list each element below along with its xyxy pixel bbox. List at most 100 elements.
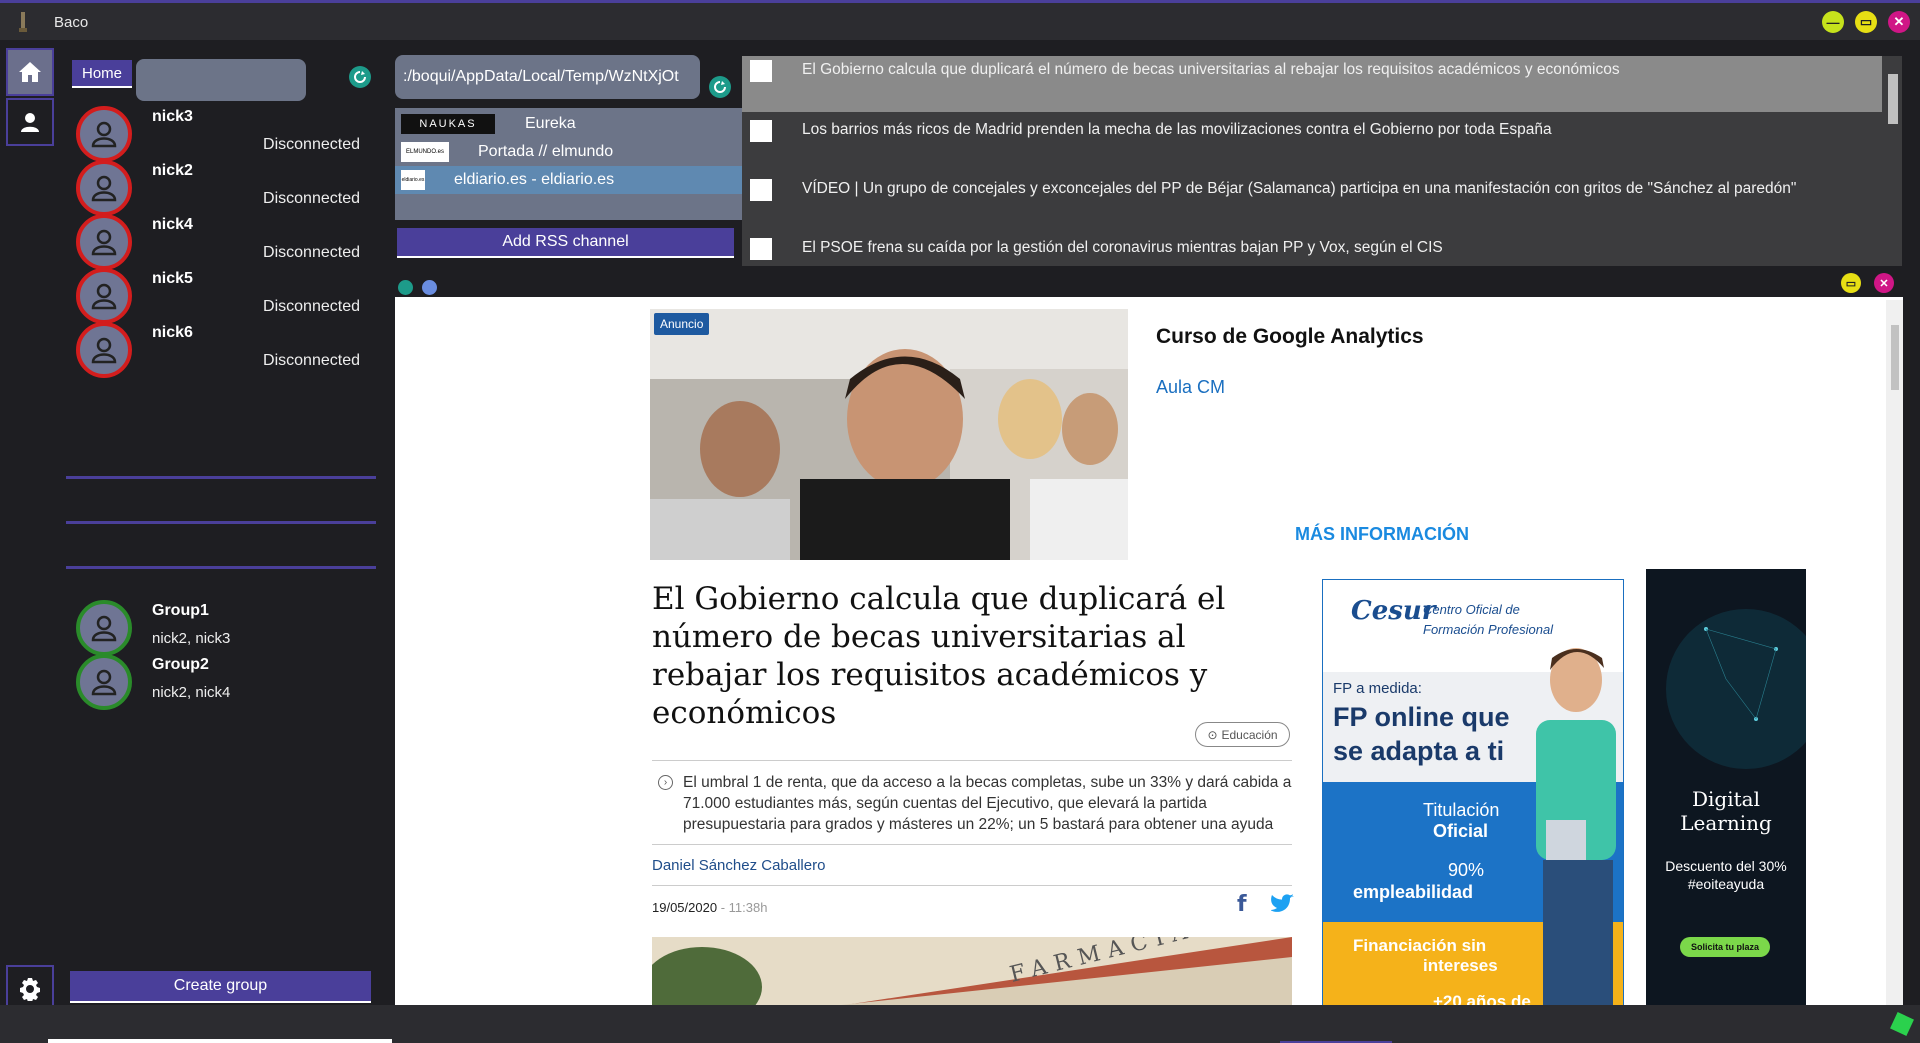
rss-path-field[interactable]: :/boqui/AppData/Local/Temp/WzNtXjOt	[395, 55, 700, 99]
ad-text-line-1: Descuento del 30%	[1665, 858, 1787, 874]
browser-maximize-button[interactable]: ▭	[1841, 273, 1861, 293]
digital-learning-ad[interactable]: Digital Learning Descuento del 30% #eoit…	[1646, 569, 1806, 1005]
contact-status: Disconnected	[263, 352, 360, 369]
home-button[interactable]: Home	[72, 60, 132, 88]
rss-channel-item[interactable]: ELMUNDO.es Portada // elmundo	[395, 138, 742, 166]
news-item[interactable]: VÍDEO | Un grupo de concejales y exconce…	[742, 175, 1882, 231]
tag-icon: ⊙	[1207, 727, 1218, 742]
user-nav-button[interactable]	[6, 98, 54, 146]
apply-button[interactable]: Solicita tu plaza	[1680, 937, 1770, 957]
create-group-button[interactable]: Create group	[70, 971, 371, 1003]
article-title: El Gobierno calcula que duplicará el núm…	[652, 581, 1226, 731]
cesur-fp-small: FP a medida:	[1333, 680, 1422, 697]
group-avatar-icon	[91, 615, 117, 642]
news-item[interactable]: El Gobierno calcula que duplicará el núm…	[742, 56, 1882, 112]
cesur-titulacion-2: Oficial	[1433, 821, 1489, 841]
contact-status: Disconnected	[263, 136, 360, 153]
maximize-button[interactable]: ▭	[1855, 11, 1877, 33]
news-headline: El PSOE frena su caída por la gestión de…	[802, 239, 1443, 256]
cesur-ad[interactable]: Cesur Centro Oficial de Formación Profes…	[1322, 579, 1624, 1005]
separator	[652, 885, 1292, 886]
group-item[interactable]: Group2 nick2, nick4	[76, 654, 376, 718]
minimize-button[interactable]: —	[1822, 11, 1844, 33]
contact-name: nick4	[152, 216, 193, 233]
cesur-emp-2: empleabilidad	[1353, 882, 1474, 902]
cesur-fp-big-2: se adapta a ti	[1333, 736, 1505, 766]
ad-advertiser[interactable]: Aula CM	[1156, 377, 1225, 398]
scroll-thumb[interactable]	[1891, 325, 1899, 390]
refresh-rss-button[interactable]	[709, 76, 731, 98]
news-source-logo	[750, 60, 772, 82]
refresh-contacts-button[interactable]	[349, 66, 371, 88]
contact-status: Disconnected	[263, 190, 360, 207]
article-date: 19/05/2020 - 11:38h	[652, 900, 767, 915]
avatar	[76, 160, 132, 216]
separator	[652, 760, 1292, 761]
contact-item[interactable]: nick6 Disconnected	[76, 322, 376, 386]
scroll-thumb[interactable]	[1888, 74, 1898, 124]
user-avatar-icon	[91, 121, 117, 148]
cesur-fin-2: intereses	[1423, 956, 1498, 975]
news-item[interactable]: El PSOE frena su caída por la gestión de…	[742, 234, 1882, 266]
home-nav-button[interactable]	[6, 48, 54, 96]
home-icon	[19, 62, 41, 82]
channel-name: eldiario.es - eldiario.es	[454, 171, 615, 188]
contact-name: nick5	[152, 270, 193, 287]
browser-close-button[interactable]: ✕	[1874, 273, 1894, 293]
channel-name: Portada // elmundo	[478, 143, 614, 160]
rss-channel-item[interactable]: NAUKAS Eureka	[395, 110, 742, 138]
news-source-logo	[750, 238, 772, 260]
title-bar: Baco — ▭ ✕	[0, 0, 1920, 40]
cesur-fp-big-1: FP online que	[1333, 702, 1510, 732]
channel-logo: eldiario.es	[401, 170, 425, 190]
classroom-photo	[650, 309, 1128, 560]
contact-name: nick3	[152, 108, 193, 125]
divider	[66, 476, 376, 479]
news-source-logo	[750, 179, 772, 201]
article-time: - 11:38h	[717, 900, 768, 915]
user-icon	[21, 113, 39, 132]
article-author[interactable]: Daniel Sánchez Caballero	[652, 857, 825, 874]
avatar	[76, 322, 132, 378]
news-headline: VÍDEO | Un grupo de concejales y exconce…	[802, 180, 1797, 197]
contact-search-input[interactable]	[136, 59, 306, 101]
avatar	[76, 654, 132, 710]
chevron-right-icon: ›	[658, 775, 673, 790]
cesur-fin-1: Financiación sin	[1353, 936, 1487, 955]
add-rss-channel-button[interactable]: Add RSS channel	[397, 228, 734, 258]
contact-status: Disconnected	[263, 298, 360, 315]
user-avatar-icon	[91, 175, 117, 202]
browser-scrollbar[interactable]	[1886, 300, 1903, 1005]
article-browser[interactable]: Anuncio Curso de Google Analytics Aula C…	[395, 297, 1903, 1005]
article-tag[interactable]: ⊙ Educación	[1195, 722, 1290, 747]
article-date-value: 19/05/2020	[652, 900, 718, 915]
news-scrollbar[interactable]	[1884, 56, 1902, 266]
avatar	[76, 106, 132, 162]
app-title: Baco	[54, 14, 89, 31]
rss-channel-list: NAUKAS Eureka ELMUNDO.es Portada // elmu…	[395, 108, 742, 220]
news-item[interactable]: Los barrios más ricos de Madrid prenden …	[742, 116, 1882, 172]
contact-name: nick2	[152, 162, 193, 179]
rss-channel-item[interactable]: eldiario.es eldiario.es - eldiario.es	[395, 166, 742, 194]
ad-text-line-2: #eoiteayuda	[1687, 876, 1765, 892]
twitter-share-icon[interactable]	[1271, 894, 1295, 914]
browser-forward-button[interactable]	[422, 280, 437, 295]
news-source-logo	[750, 120, 772, 142]
cesur-titulacion-1: Titulación	[1423, 800, 1500, 820]
taskbar-indicator	[48, 1039, 392, 1043]
divider	[66, 566, 376, 569]
ad-title[interactable]: Curso de Google Analytics	[1156, 325, 1424, 349]
group-name: Group1	[152, 602, 209, 619]
article-photo: FARMACIA	[652, 937, 1292, 1005]
facebook-share-icon[interactable]: f	[1237, 892, 1247, 917]
ad-image[interactable]: Anuncio	[650, 309, 1128, 560]
browser-back-button[interactable]	[398, 280, 413, 295]
cesur-tagline-1: Centro Oficial de	[1423, 602, 1520, 617]
channel-logo: ELMUNDO.es	[401, 142, 449, 162]
close-button[interactable]: ✕	[1888, 11, 1910, 33]
resize-grip-icon[interactable]	[1890, 1012, 1914, 1036]
separator	[652, 844, 1292, 845]
divider	[66, 521, 376, 524]
ad-more-info-link[interactable]: MÁS INFORMACIÓN	[1295, 524, 1469, 545]
cesur-model-figure	[1536, 648, 1616, 1005]
